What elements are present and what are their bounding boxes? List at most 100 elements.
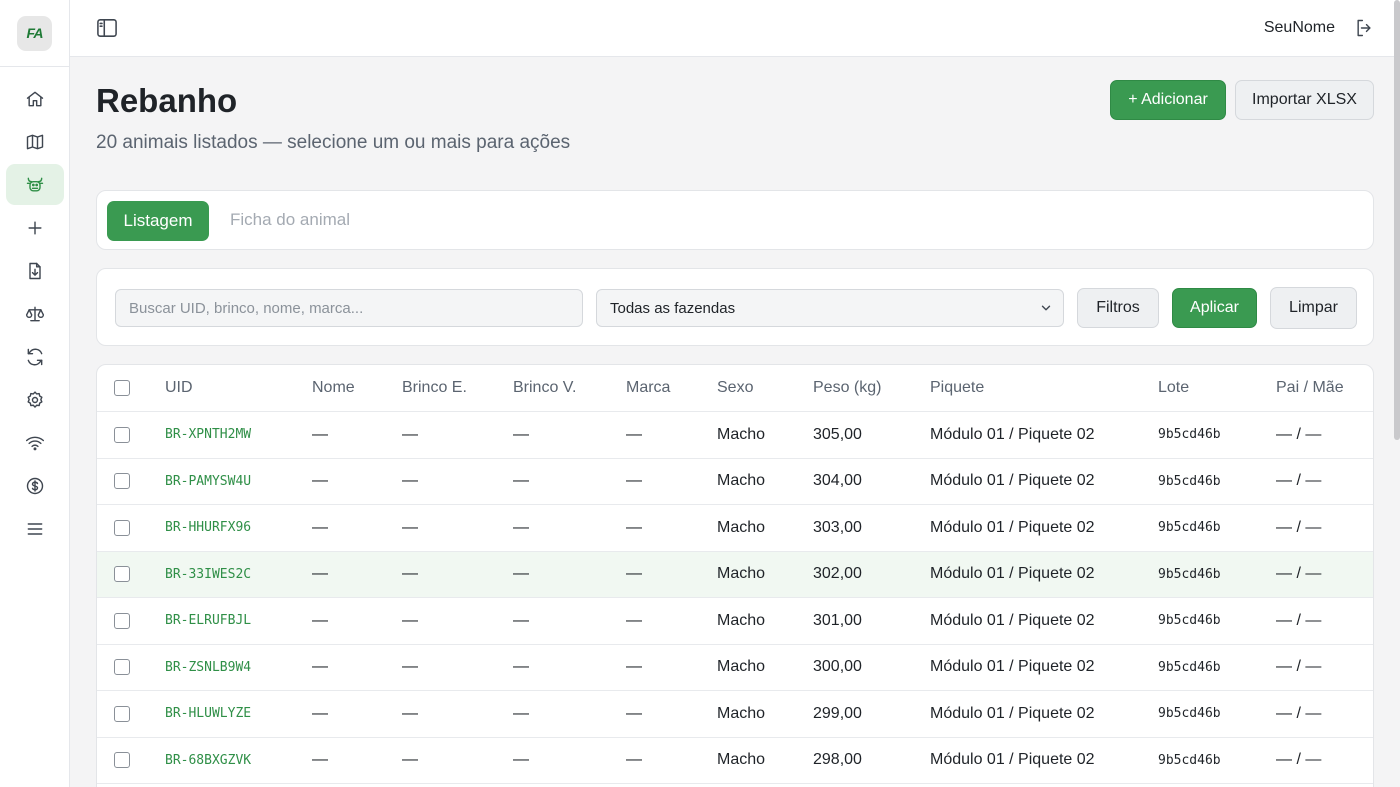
table-row[interactable]: BR-33IWES2C — — — — Macho 302,00 Módulo 01 / Pi… [97,551,1373,598]
column-header-nome[interactable]: Nome [312,365,355,411]
column-header-piquete[interactable]: Piquete [930,365,984,411]
column-header-pai-mae[interactable]: Pai / Mãe [1276,365,1344,411]
sidebar-nav [0,67,69,551]
cell-peso: 304,00 [813,472,862,490]
cell-peso: 298,00 [813,751,862,769]
cell-brinco-e: — [402,611,418,629]
page-scrollbar[interactable] [1394,0,1400,440]
gear-icon [26,390,43,408]
cell-lote: 9b5cd46b [1158,613,1221,629]
cell-piquete: Módulo 01 / Piquete 02 [930,518,1095,536]
table-row[interactable]: BR-ELRUFBJL — — — — Macho 301,00 Módulo 01 / Pi… [97,598,1373,645]
cell-uid-link[interactable]: BR-HHURFX96 [165,505,251,551]
cell-brinco-e: — [402,565,418,583]
sidebar-item-weighing[interactable] [6,293,64,334]
tab-ficha-do-animal[interactable]: Ficha do animal [230,210,350,230]
cell-sexo: Macho [717,472,766,490]
cell-uid-link[interactable]: BR-XPNTH2MW [165,412,251,458]
row-checkbox-cell [114,459,130,505]
cell-uid-link[interactable]: BR-ELRUFBJL [165,598,251,644]
cell-uid-link[interactable]: BR-HLUWLYZE [165,691,251,737]
sidebar-item-home[interactable] [6,78,64,119]
cell-pai-mae: — / — [1276,518,1322,536]
cell-lote: 9b5cd46b [1158,520,1221,536]
table-row[interactable]: BR-XPNTH2MW — — — — Macho 305,00 Módulo 01 / Pi… [97,412,1373,459]
row-checkbox[interactable] [114,566,130,583]
row-checkbox[interactable] [114,612,130,629]
dollar-icon [26,477,43,494]
cattle-icon [26,177,43,192]
cell-marca: — [626,658,642,676]
map-icon [26,134,43,149]
sidebar-item-sync[interactable] [6,336,64,377]
sidebar-item-map[interactable] [6,121,64,162]
apply-button[interactable]: Aplicar [1172,288,1257,328]
sidebar-item-finance[interactable] [6,465,64,506]
tab-listagem[interactable]: Listagem [107,201,209,241]
sidebar-item-settings[interactable] [6,379,64,420]
column-header-peso[interactable]: Peso (kg) [813,365,881,411]
cell-nome: — [312,751,328,769]
logo-area: FA [0,0,69,67]
add-animal-button[interactable]: + Adicionar [1110,80,1226,120]
cell-uid-link[interactable]: BR-ZSNLB9W4 [165,645,251,691]
cell-sexo: Macho [717,704,766,722]
cell-sexo: Macho [717,518,766,536]
filters-button[interactable]: Filtros [1077,288,1159,328]
column-header-lote[interactable]: Lote [1158,365,1189,411]
logo-text: FA [26,25,44,41]
table-row[interactable]: BR-HLUWLYZE — — — — Macho 299,00 Módulo 01 / Pi… [97,691,1373,738]
cell-brinco-e: — [402,472,418,490]
column-header-marca[interactable]: Marca [626,365,670,411]
sidebar-toggle-icon[interactable] [96,18,118,38]
cell-peso: 305,00 [813,425,862,443]
cell-uid-link[interactable]: BR-33IWES2C [165,552,251,598]
tabs-card: Listagem Ficha do animal [96,190,1374,250]
cell-sexo: Macho [717,565,766,583]
sidebar-item-import[interactable] [6,250,64,291]
clear-button[interactable]: Limpar [1270,287,1357,329]
column-header-brinco-v[interactable]: Brinco V. [513,365,576,411]
row-checkbox[interactable] [114,752,130,769]
app-logo[interactable]: FA [17,15,52,51]
cell-uid-link[interactable]: BR-68BXGZVK [165,738,251,784]
filter-card: Todas as fazendas Filtros Aplicar Limpar [96,268,1374,346]
row-checkbox[interactable] [114,705,130,722]
sidebar-item-rebanho[interactable] [5,164,64,205]
cell-brinco-e: — [402,751,418,769]
column-header-sexo[interactable]: Sexo [717,365,753,411]
sidebar-item-connectivity[interactable] [6,422,64,463]
row-checkbox[interactable] [114,659,130,676]
farm-select[interactable]: Todas as fazendas [596,289,1064,327]
import-xlsx-button[interactable]: Importar XLSX [1235,80,1374,120]
cell-brinco-e: — [402,518,418,536]
cell-piquete: Módulo 01 / Piquete 02 [930,565,1095,583]
table-row[interactable]: BR-ZSNLB9W4 — — — — Macho 300,00 Módulo 01 / Pi… [97,645,1373,691]
cell-pai-mae: — / — [1276,611,1322,629]
cell-brinco-v: — [513,611,529,629]
cell-marca: — [626,472,642,490]
sidebar-item-menu[interactable] [6,508,64,549]
table-row[interactable]: BR-PAMYSW4U — — — — Macho 304,00 Módulo 01 / Pi… [97,459,1373,505]
chevron-down-icon [1041,305,1051,311]
sidebar-item-add[interactable] [6,207,64,248]
cell-nome: — [312,565,328,583]
column-header-uid[interactable]: UID [165,365,193,411]
select-all-checkbox[interactable] [114,380,130,396]
cell-brinco-v: — [513,704,529,722]
search-input[interactable] [115,289,583,327]
row-checkbox[interactable] [114,519,130,536]
row-checkbox-cell [114,598,130,644]
cell-uid-link[interactable]: BR-PAMYSW4U [165,459,251,505]
cell-sexo: Macho [717,425,766,443]
column-header-brinco-e[interactable]: Brinco E. [402,365,467,411]
table-row[interactable]: BR-68BXGZVK — — — — Macho 298,00 Módulo 01 / Pi… [97,738,1373,784]
logout-icon[interactable] [1354,18,1374,38]
table-row[interactable]: BR-HHURFX96 — — — — Macho 303,00 Módulo 01 / Pi… [97,505,1373,552]
row-checkbox[interactable] [114,426,130,443]
cell-pai-mae: — / — [1276,704,1322,722]
cell-pai-mae: — / — [1276,565,1322,583]
row-checkbox[interactable] [114,473,130,490]
cell-marca: — [626,751,642,769]
user-name[interactable]: SeuNome [1264,19,1335,37]
